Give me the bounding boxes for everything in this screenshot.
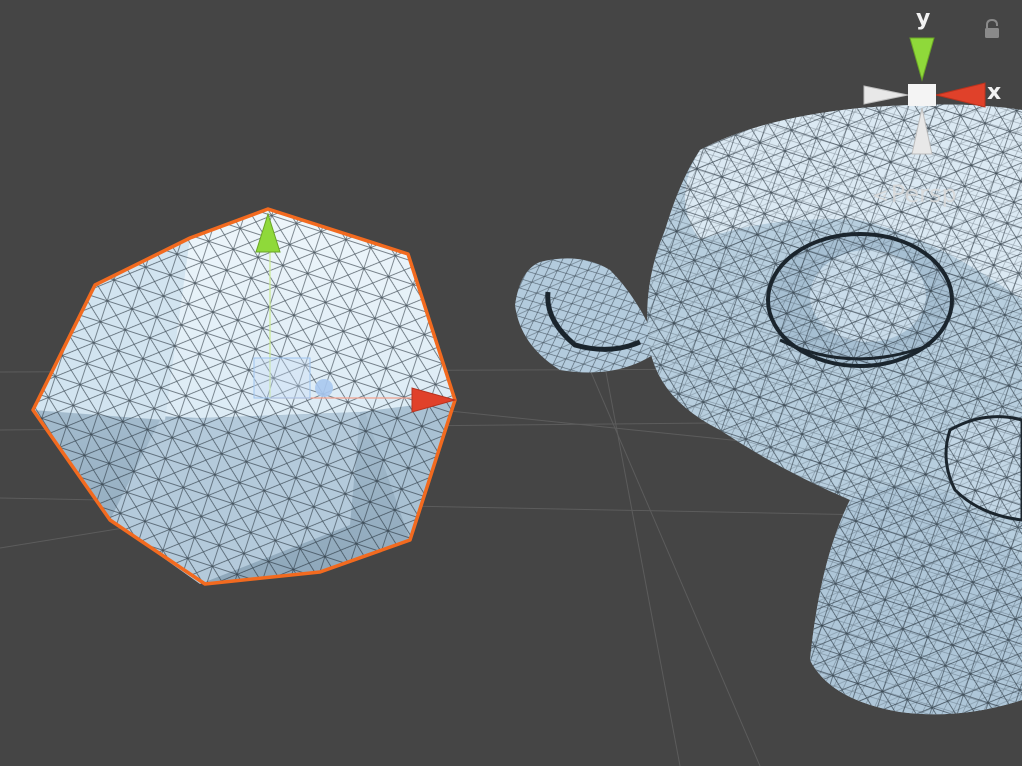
- projection-toggle[interactable]: ⋖Persp: [872, 180, 957, 208]
- lines-icon: ⋖: [872, 183, 889, 207]
- projection-label: Persp: [890, 180, 957, 208]
- gizmo-y-cone-icon[interactable]: [909, 37, 935, 82]
- gizmo-x-cone-icon[interactable]: [935, 82, 986, 108]
- move-center-handle-icon[interactable]: [315, 379, 333, 397]
- move-plane-xy-icon[interactable]: [253, 357, 311, 399]
- gizmo-y-label[interactable]: y: [916, 6, 930, 31]
- scene-viewport[interactable]: [0, 0, 1022, 766]
- gizmo-neg-x-cone-icon[interactable]: [863, 85, 909, 105]
- gizmo-x-label[interactable]: x: [987, 80, 1001, 105]
- lock-icon[interactable]: [983, 18, 1001, 40]
- sphere-object[interactable]: [31, 207, 457, 586]
- gizmo-center-cube-icon[interactable]: [908, 84, 936, 106]
